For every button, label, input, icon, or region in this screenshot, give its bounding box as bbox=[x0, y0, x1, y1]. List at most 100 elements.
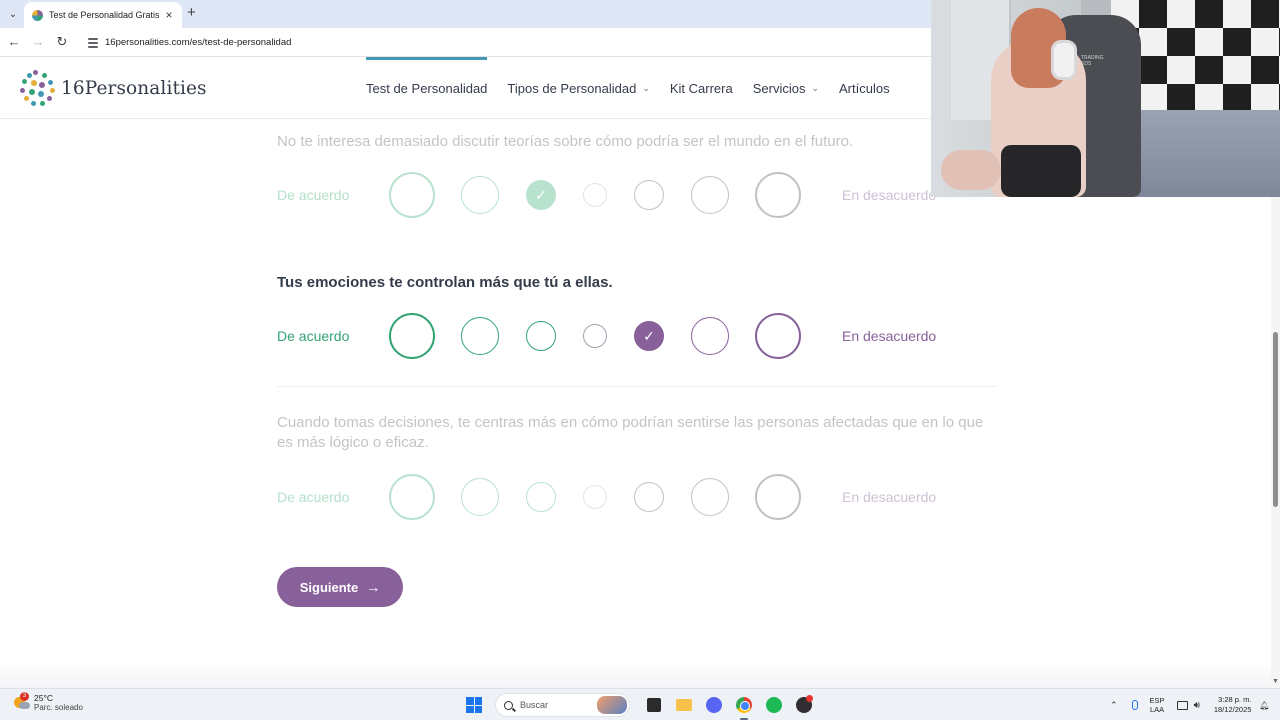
language-indicator[interactable]: ESP LAA bbox=[1150, 696, 1165, 714]
weather-icon: 3 bbox=[14, 692, 30, 711]
weather-widget[interactable]: 3 25°C Parc. soleado bbox=[14, 692, 83, 713]
arrow-right-icon: → bbox=[366, 579, 381, 595]
address-bar[interactable]: 16personalities.com/es/test-de-personali… bbox=[80, 31, 960, 54]
answer-option-2[interactable] bbox=[461, 317, 499, 355]
answer-option-6[interactable] bbox=[691, 176, 729, 214]
volume-icon[interactable]: 🔊︎ bbox=[1194, 700, 1200, 711]
nav-item-4[interactable]: Artículos bbox=[829, 57, 900, 119]
start-button-icon[interactable] bbox=[466, 697, 482, 713]
bed bbox=[1136, 110, 1280, 197]
notifications-bell-icon[interactable]: 🔔︎ bbox=[1259, 701, 1269, 710]
chevron-down-icon: ⌄ bbox=[642, 82, 650, 93]
scroll-down-icon[interactable]: ▼ bbox=[1271, 678, 1280, 688]
answer-option-3[interactable] bbox=[526, 482, 556, 512]
discord-icon[interactable] bbox=[703, 694, 725, 716]
site-logo[interactable]: 16Personalities bbox=[19, 69, 207, 107]
weather-condition: Parc. soleado bbox=[34, 703, 83, 712]
scrollbar-thumb[interactable] bbox=[1273, 332, 1278, 507]
taskbar-search[interactable]: Buscar bbox=[495, 693, 630, 717]
spotify-icon[interactable] bbox=[763, 694, 785, 716]
question-1-text: No te interesa demasiado discutir teoría… bbox=[277, 133, 854, 150]
answer-option-4[interactable] bbox=[583, 485, 607, 509]
answer-option-5[interactable] bbox=[634, 482, 664, 512]
windows-taskbar: 3 25°C Parc. soleado Buscar ⌃ ESP LAA 🔊︎… bbox=[0, 688, 1280, 720]
answer-option-1[interactable] bbox=[389, 474, 435, 520]
nav-item-label: Tipos de Personalidad bbox=[507, 80, 637, 96]
notification-badge: 3 bbox=[20, 692, 29, 701]
clock[interactable]: 3:28 p. m. 18/12/2025 bbox=[1214, 695, 1252, 715]
main-nav: Test de Personalidad Tipos de Personalida… bbox=[356, 57, 900, 119]
answer-option-4[interactable] bbox=[583, 183, 607, 207]
back-arrow-icon[interactable]: ← bbox=[6, 34, 22, 50]
answer-option-7[interactable] bbox=[755, 172, 801, 218]
answer-option-6[interactable] bbox=[691, 317, 729, 355]
search-highlight-image bbox=[597, 696, 627, 714]
clock-date: 18/12/2025 bbox=[1213, 705, 1252, 714]
tab-title: Test de Personalidad Gratis | 16 bbox=[49, 10, 162, 20]
answer-option-2[interactable] bbox=[461, 478, 499, 516]
answer-option-1[interactable] bbox=[389, 172, 435, 218]
screen: ⌄ Test de Personalidad Gratis | 16 × + ←… bbox=[0, 0, 1280, 720]
nav-item-label: Kit Carrera bbox=[669, 80, 733, 96]
agree-label: De acuerdo bbox=[277, 489, 350, 505]
close-icon[interactable]: × bbox=[162, 8, 176, 22]
webcam-overlay: TRADING SDS bbox=[931, 0, 1280, 197]
disagree-label: En desacuerdo bbox=[842, 187, 937, 203]
agree-label: De acuerdo bbox=[277, 328, 350, 344]
lang-bottom: LAA bbox=[1149, 705, 1165, 714]
nav-item-3[interactable]: Servicios ⌄ bbox=[743, 57, 829, 119]
checkmark-icon: ✓ bbox=[535, 187, 547, 203]
checkmark-icon: ✓ bbox=[643, 328, 655, 344]
search-label: Buscar bbox=[520, 700, 549, 710]
search-icon bbox=[504, 700, 513, 710]
chair-logo-text: TRADING SDS bbox=[1081, 55, 1104, 67]
taskbar-apps: Buscar bbox=[466, 689, 819, 720]
nav-item-2[interactable]: Kit Carrera bbox=[660, 57, 743, 119]
answer-option-7[interactable] bbox=[755, 474, 801, 520]
file-explorer-icon[interactable] bbox=[673, 694, 695, 716]
system-tray: ⌃ ESP LAA 🔊︎ 3:28 p. m. 18/12/2025 🔔︎ bbox=[1110, 689, 1270, 720]
next-button[interactable]: Siguiente → bbox=[277, 567, 403, 607]
answer-option-5[interactable]: ✓ bbox=[634, 321, 664, 351]
terminal-app-icon[interactable] bbox=[643, 694, 665, 716]
network-icon[interactable] bbox=[1176, 700, 1188, 710]
answer-option-3[interactable]: ✓ bbox=[526, 180, 556, 210]
new-tab-button[interactable]: + bbox=[187, 5, 196, 21]
answer-option-1[interactable] bbox=[389, 313, 435, 359]
browser-tab[interactable]: Test de Personalidad Gratis | 16 × bbox=[24, 2, 182, 28]
answer-option-3[interactable] bbox=[526, 321, 556, 351]
disagree-label: En desacuerdo bbox=[842, 328, 937, 344]
lang-top: ESP bbox=[1149, 696, 1165, 705]
weather-temp: 25°C bbox=[34, 693, 53, 703]
answer-option-4[interactable] bbox=[583, 324, 607, 348]
chrome-icon[interactable] bbox=[733, 694, 755, 720]
tab-search-icon[interactable]: ⌄ bbox=[4, 5, 22, 23]
footer-wave bbox=[0, 660, 1280, 688]
forward-arrow-icon[interactable]: → bbox=[30, 34, 46, 50]
reload-icon[interactable]: ↻ bbox=[54, 34, 70, 50]
next-button-label: Siguiente bbox=[299, 579, 359, 595]
logo-text: 16Personalities bbox=[61, 77, 207, 99]
logo-dots-icon bbox=[19, 70, 55, 106]
divider bbox=[277, 386, 997, 387]
nav-item-label: Artículos bbox=[839, 80, 890, 96]
microphone-icon[interactable] bbox=[1131, 700, 1138, 710]
chevron-down-icon: ⌄ bbox=[811, 82, 820, 93]
clock-time: 3:28 p. m. bbox=[1218, 695, 1252, 704]
url-text: 16personalities.com/es/test-de-personali… bbox=[105, 37, 292, 48]
nav-item-1[interactable]: Tipos de Personalidad ⌄ bbox=[497, 57, 659, 119]
question-3-text: Cuando tomas decisiones, te centras más … bbox=[277, 414, 984, 451]
answer-option-6[interactable] bbox=[691, 478, 729, 516]
site-info-icon[interactable] bbox=[88, 37, 98, 48]
question-2-text: Tus emociones te controlan más que tú a … bbox=[277, 274, 613, 291]
nav-item-label: Servicios bbox=[752, 80, 806, 96]
answer-option-7[interactable] bbox=[755, 313, 801, 359]
obs-icon[interactable] bbox=[793, 694, 815, 716]
answer-option-5[interactable] bbox=[634, 180, 664, 210]
nav-item-label: Test de Personalidad bbox=[366, 80, 488, 96]
agree-label: De acuerdo bbox=[277, 187, 350, 203]
show-hidden-icons-chevron-icon[interactable]: ⌃ bbox=[1110, 700, 1118, 711]
answer-option-2[interactable] bbox=[461, 176, 499, 214]
site-favicon-icon bbox=[32, 9, 43, 21]
nav-item-0[interactable]: Test de Personalidad bbox=[356, 57, 497, 119]
